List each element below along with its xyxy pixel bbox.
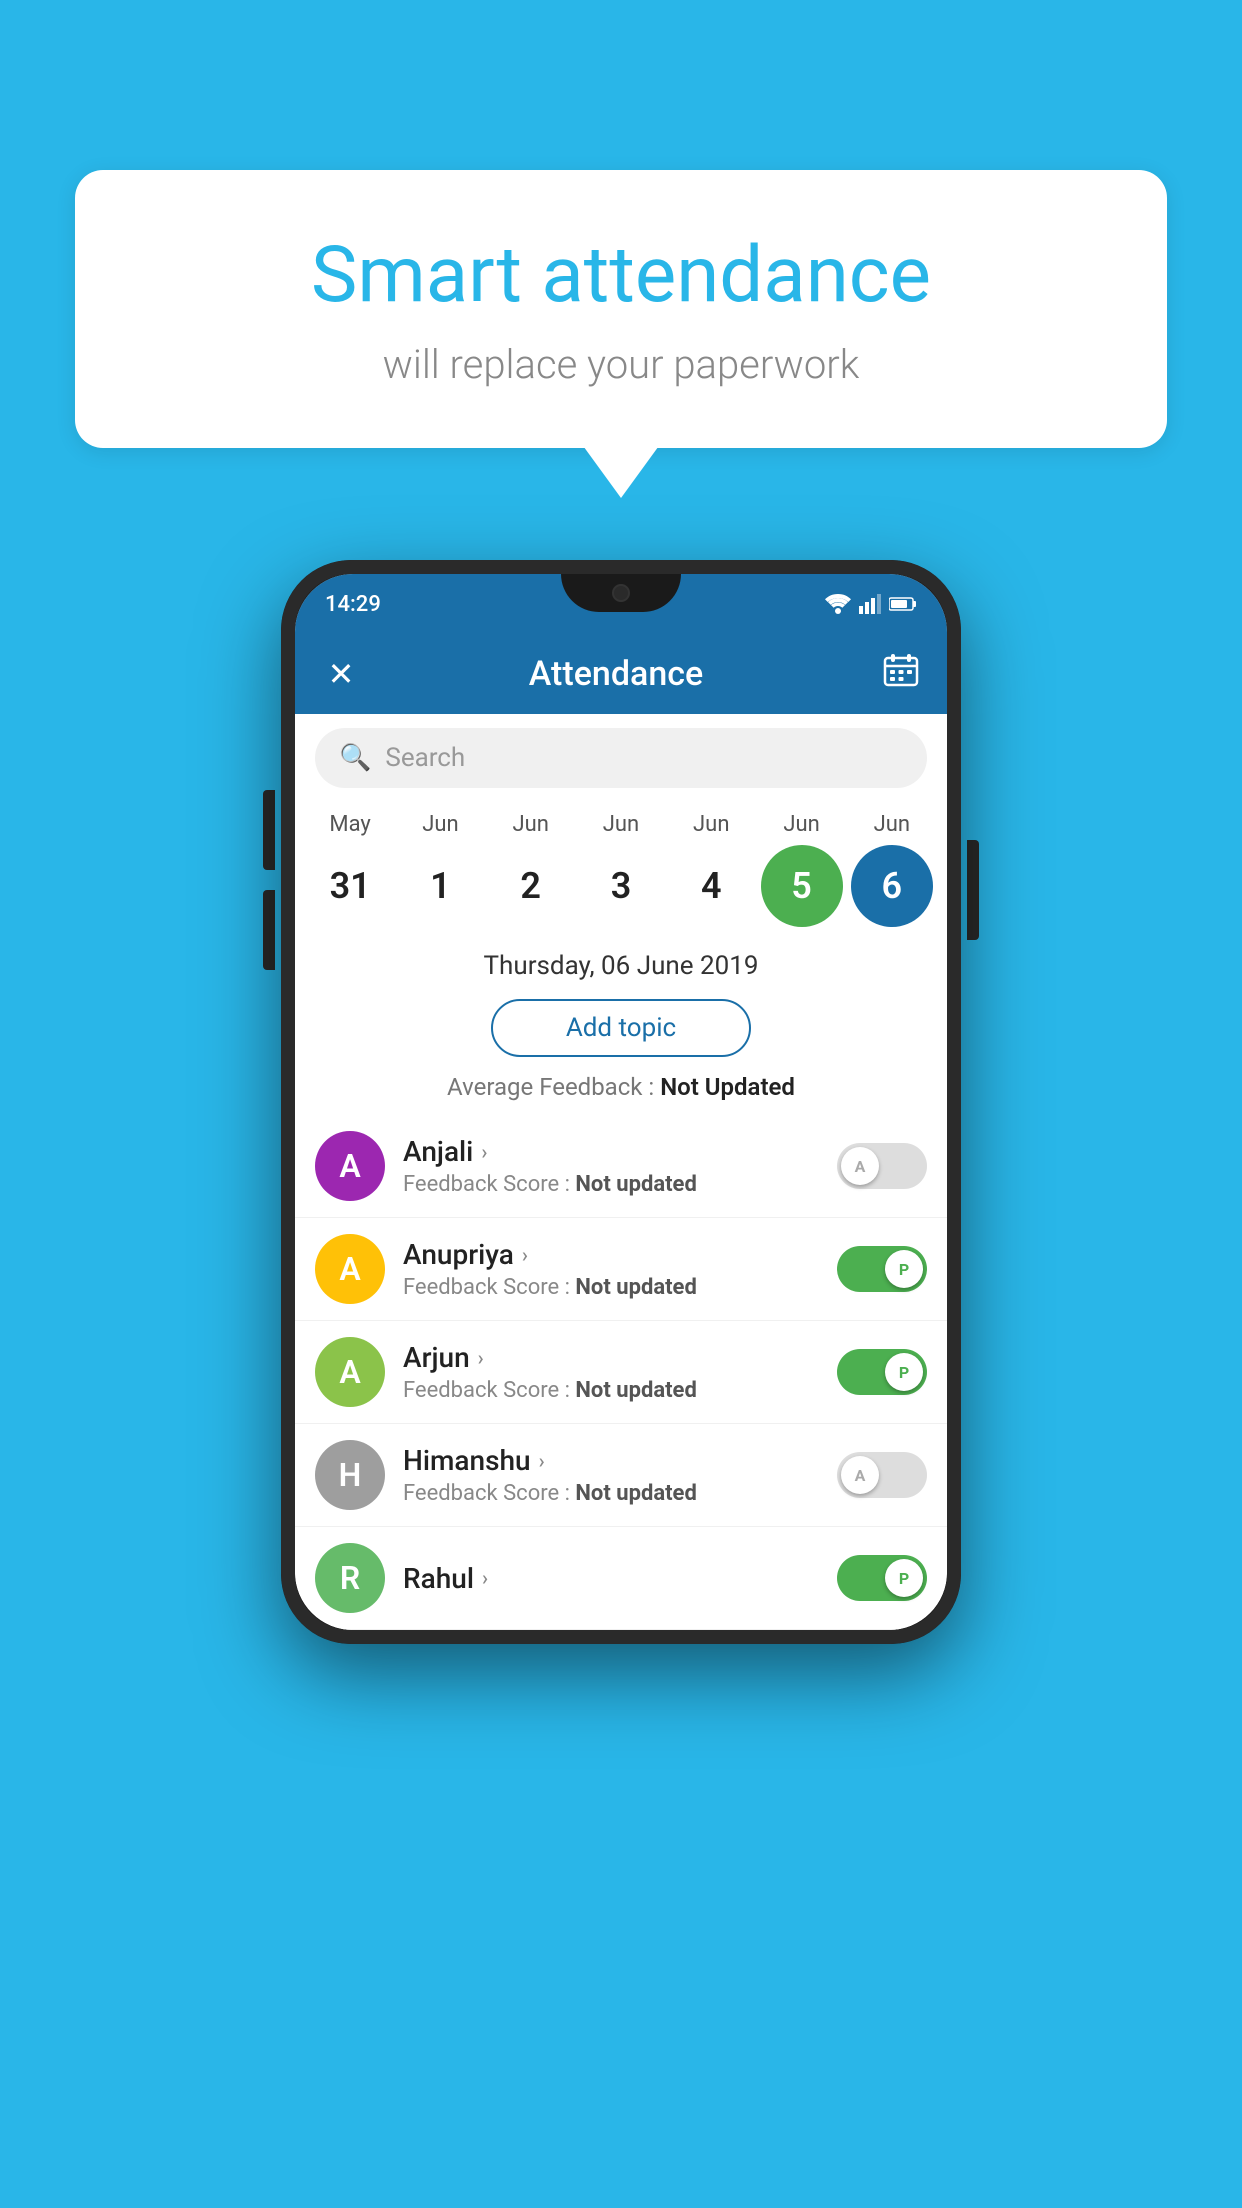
student-arjun[interactable]: A Arjun › Feedback Score : Not updated P	[295, 1321, 947, 1424]
student-partial[interactable]: R Rahul › P	[295, 1527, 947, 1630]
month-jun-5: Jun	[761, 812, 843, 837]
notch	[561, 574, 681, 612]
avatar-partial: R	[315, 1543, 385, 1613]
close-button[interactable]: ✕	[319, 655, 363, 693]
avg-feedback-label: Average Feedback :	[447, 1073, 660, 1101]
add-topic-button[interactable]: Add topic	[491, 999, 751, 1057]
date-31[interactable]: 31	[309, 845, 391, 927]
chevron-anupriya: ›	[522, 1243, 528, 1267]
date-1[interactable]: 1	[399, 845, 481, 927]
speech-bubble: Smart attendance will replace your paper…	[75, 170, 1167, 448]
chevron-himanshu: ›	[539, 1449, 545, 1473]
toggle-track-anupriya: P	[837, 1246, 927, 1292]
chevron-arjun: ›	[478, 1346, 484, 1370]
student-info-himanshu: Himanshu › Feedback Score : Not updated	[403, 1444, 819, 1506]
avatar-himanshu: H	[315, 1440, 385, 1510]
month-jun-6: Jun	[851, 812, 933, 837]
avatar-anupriya: A	[315, 1234, 385, 1304]
toggle-anjali[interactable]: A	[837, 1143, 927, 1189]
avatar-anjali: A	[315, 1131, 385, 1201]
chevron-partial: ›	[482, 1566, 488, 1590]
student-name-partial: Rahul ›	[403, 1562, 819, 1595]
student-himanshu[interactable]: H Himanshu › Feedback Score : Not update…	[295, 1424, 947, 1527]
search-bar[interactable]: 🔍 Search	[315, 728, 927, 788]
student-anjali[interactable]: A Anjali › Feedback Score : Not updated …	[295, 1115, 947, 1218]
app-bar-title: Attendance	[363, 654, 869, 694]
month-jun-1: Jun	[399, 812, 481, 837]
date-5-today[interactable]: 5	[761, 845, 843, 927]
student-list: A Anjali › Feedback Score : Not updated …	[295, 1115, 947, 1630]
toggle-himanshu[interactable]: A	[837, 1452, 927, 1498]
speech-bubble-title: Smart attendance	[155, 230, 1087, 321]
date-4[interactable]: 4	[670, 845, 752, 927]
student-info-arjun: Arjun › Feedback Score : Not updated	[403, 1341, 819, 1403]
volume-down-button	[263, 890, 275, 970]
search-container: 🔍 Search	[295, 714, 947, 802]
calendar-button[interactable]	[879, 652, 923, 696]
month-row: May Jun Jun Jun Jun Jun Jun	[295, 812, 947, 837]
toggle-track-partial: P	[837, 1555, 927, 1601]
power-button	[967, 840, 979, 940]
battery-icon	[889, 596, 917, 612]
avg-feedback: Average Feedback : Not Updated	[295, 1073, 947, 1115]
phone-frame: 14:29	[281, 560, 961, 1644]
toggle-track-himanshu: A	[837, 1452, 927, 1498]
app-bar: ✕ Attendance	[295, 634, 947, 714]
student-info-anupriya: Anupriya › Feedback Score : Not updated	[403, 1238, 819, 1300]
date-3[interactable]: 3	[580, 845, 662, 927]
speech-bubble-subtitle: will replace your paperwork	[155, 341, 1087, 388]
toggle-thumb-anjali: A	[841, 1147, 879, 1185]
chevron-anjali: ›	[481, 1140, 487, 1164]
toggle-thumb-anupriya: P	[885, 1250, 923, 1288]
status-icons	[825, 594, 917, 614]
phone-wrapper: 14:29	[281, 560, 961, 1644]
student-name-himanshu: Himanshu ›	[403, 1444, 819, 1477]
feedback-anupriya: Feedback Score : Not updated	[403, 1275, 819, 1300]
camera	[612, 584, 630, 602]
speech-bubble-container: Smart attendance will replace your paper…	[75, 170, 1167, 448]
month-jun-4: Jun	[670, 812, 752, 837]
toggle-anupriya[interactable]: P	[837, 1246, 927, 1292]
selected-date-text: Thursday, 06 June 2019	[295, 935, 947, 991]
student-name-anjali: Anjali ›	[403, 1135, 819, 1168]
month-may: May	[309, 812, 391, 837]
avatar-arjun: A	[315, 1337, 385, 1407]
feedback-himanshu: Feedback Score : Not updated	[403, 1481, 819, 1506]
toggle-track-anjali: A	[837, 1143, 927, 1189]
toggle-partial[interactable]: P	[837, 1555, 927, 1601]
month-jun-3: Jun	[580, 812, 662, 837]
search-placeholder: Search	[385, 743, 465, 773]
feedback-anjali: Feedback Score : Not updated	[403, 1172, 819, 1197]
feedback-arjun: Feedback Score : Not updated	[403, 1378, 819, 1403]
toggle-thumb-partial: P	[885, 1559, 923, 1597]
search-icon: 🔍	[339, 743, 371, 773]
date-6-selected[interactable]: 6	[851, 845, 933, 927]
signal-icon	[859, 594, 881, 614]
toggle-arjun[interactable]: P	[837, 1349, 927, 1395]
student-info-anjali: Anjali › Feedback Score : Not updated	[403, 1135, 819, 1197]
status-bar: 14:29	[295, 574, 947, 634]
calendar-section: May Jun Jun Jun Jun Jun Jun 31 1 2 3 4 5…	[295, 802, 947, 935]
phone-screen: 14:29	[295, 574, 947, 1630]
toggle-track-arjun: P	[837, 1349, 927, 1395]
status-time: 14:29	[325, 592, 381, 617]
date-row: 31 1 2 3 4 5 6	[295, 837, 947, 935]
student-name-arjun: Arjun ›	[403, 1341, 819, 1374]
date-2[interactable]: 2	[490, 845, 572, 927]
toggle-thumb-arjun: P	[885, 1353, 923, 1391]
toggle-thumb-himanshu: A	[841, 1456, 879, 1494]
avg-feedback-value: Not Updated	[660, 1073, 795, 1101]
wifi-icon	[825, 594, 851, 614]
student-anupriya[interactable]: A Anupriya › Feedback Score : Not update…	[295, 1218, 947, 1321]
month-jun-2: Jun	[490, 812, 572, 837]
volume-up-button	[263, 790, 275, 870]
student-name-anupriya: Anupriya ›	[403, 1238, 819, 1271]
student-info-partial: Rahul ›	[403, 1562, 819, 1595]
